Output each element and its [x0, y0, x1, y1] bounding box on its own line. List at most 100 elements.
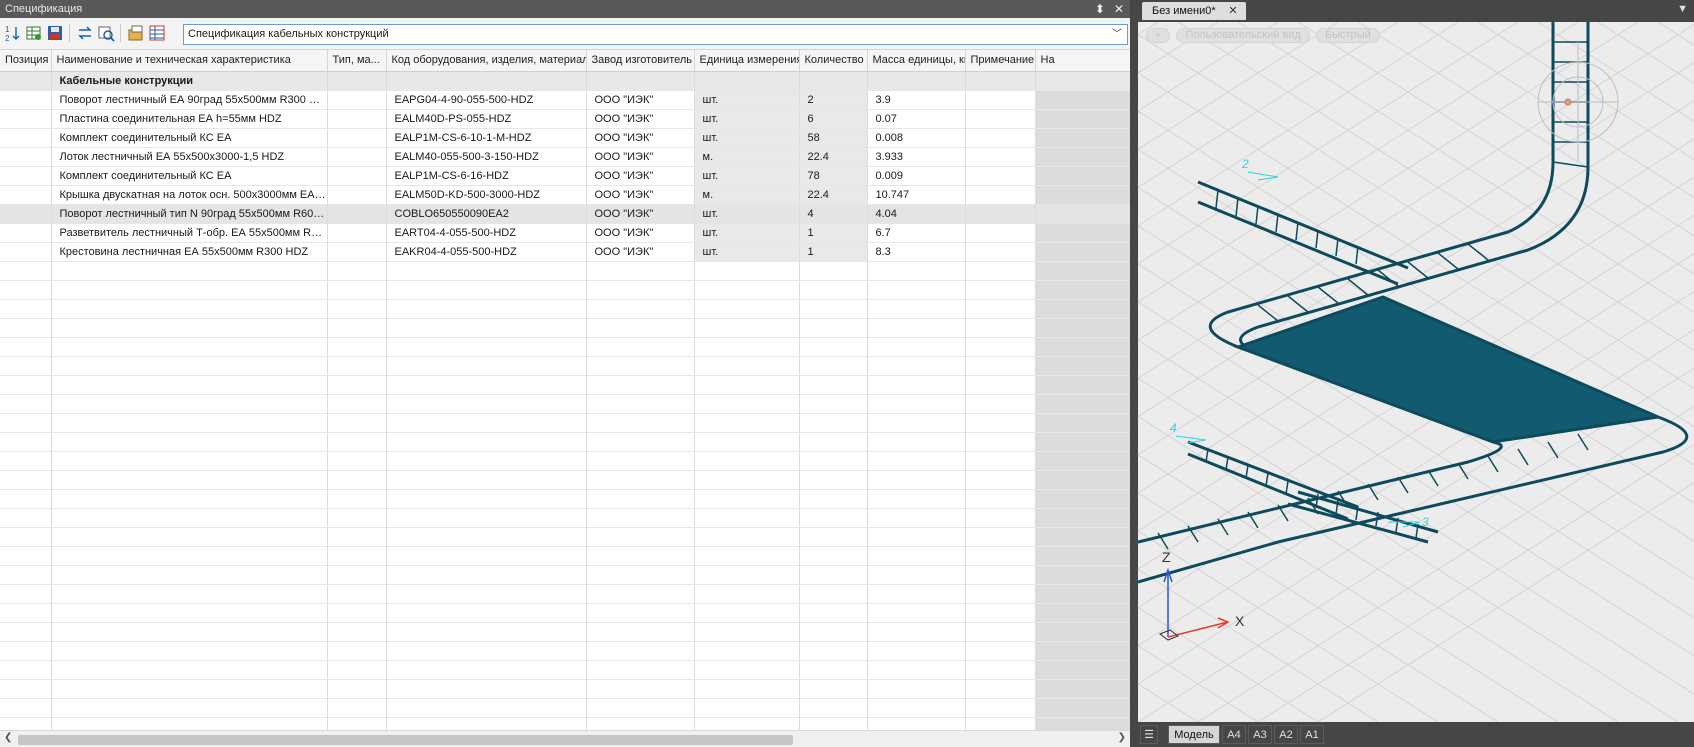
- cell-name[interactable]: Лоток лестничный ЕА 55х500х3000-1,5 HDZ: [51, 147, 328, 167]
- table-cell[interactable]: [1035, 223, 1130, 243]
- 3d-viewport[interactable]: 2 4 3 Z X + Пользовательский вид Быстрый: [1138, 22, 1694, 722]
- cell-unit[interactable]: шт.: [694, 204, 800, 224]
- cell-maker[interactable]: ООО "ИЭК": [586, 166, 695, 186]
- table-cell[interactable]: [965, 204, 1036, 224]
- table-cell[interactable]: [965, 147, 1036, 167]
- column-header[interactable]: Примечание: [965, 50, 1036, 72]
- table-cell[interactable]: [327, 204, 387, 224]
- column-header[interactable]: Количество: [799, 50, 868, 72]
- table-cell[interactable]: [1035, 185, 1130, 205]
- cell-unit[interactable]: шт.: [694, 109, 800, 129]
- cell-mass[interactable]: 0.07: [867, 109, 966, 129]
- cell-qty[interactable]: 6: [799, 109, 868, 129]
- cell-qty[interactable]: 2: [799, 90, 868, 110]
- cell-name[interactable]: Комплект соединительный КС ЕА: [51, 166, 328, 186]
- scroll-right-arrow-icon[interactable]: ❯: [1118, 732, 1126, 743]
- cell-unit[interactable]: шт.: [694, 128, 800, 148]
- sort-numbering-button[interactable]: 12: [3, 23, 23, 43]
- cell-mass[interactable]: 10.747: [867, 185, 966, 205]
- cell-qty[interactable]: 78: [799, 166, 868, 186]
- table-cell[interactable]: [1035, 128, 1130, 148]
- table-row[interactable]: Поворот лестничный ЕА 90град 55х500мм R3…: [0, 90, 1130, 110]
- view-mode-button[interactable]: Пользовательский вид: [1176, 28, 1310, 43]
- group-row[interactable]: Кабельные конструкции: [0, 71, 1130, 91]
- cell-unit[interactable]: м.: [694, 185, 800, 205]
- properties-button[interactable]: [126, 23, 146, 43]
- table-cell[interactable]: [327, 90, 387, 110]
- cell-qty[interactable]: 22.4: [799, 147, 868, 167]
- table-cell[interactable]: [1035, 90, 1130, 110]
- close-tab-icon[interactable]: ✕: [1228, 2, 1237, 20]
- cell-name[interactable]: Крестовина лестничная ЕА 55х500мм R300 H…: [51, 242, 328, 262]
- table-cell[interactable]: [0, 109, 52, 129]
- table-row[interactable]: Комплект соединительный КС ЕА EALP1M-CS-6…: [0, 166, 1130, 186]
- tab-model[interactable]: Модель: [1168, 725, 1220, 744]
- cell-name[interactable]: Поворот лестничный ЕА 90град 55х500мм R3…: [51, 90, 328, 110]
- table-cell[interactable]: [965, 223, 1036, 243]
- table-row[interactable]: Разветвитель лестничный Т-обр. ЕА 55х500…: [0, 223, 1130, 243]
- cell-maker[interactable]: ООО "ИЭК": [586, 204, 695, 224]
- tab-a1[interactable]: A1: [1300, 725, 1324, 744]
- table-cell[interactable]: [0, 166, 52, 186]
- cell-maker[interactable]: ООО "ИЭК": [586, 128, 695, 148]
- table-cell[interactable]: [327, 185, 387, 205]
- cell-code[interactable]: EAPG04-4-90-055-500-HDZ: [386, 90, 587, 110]
- column-header[interactable]: На: [1035, 50, 1130, 72]
- table-cell[interactable]: [327, 242, 387, 262]
- cell-qty[interactable]: 4: [799, 204, 868, 224]
- table-row[interactable]: Комплект соединительный КС ЕА EALP1M-CS-6…: [0, 128, 1130, 148]
- table-cell[interactable]: [1035, 109, 1130, 129]
- tab-a3[interactable]: A3: [1248, 725, 1272, 744]
- table-cell[interactable]: [327, 109, 387, 129]
- table-cell[interactable]: [965, 185, 1036, 205]
- render-mode-button[interactable]: Быстрый: [1315, 28, 1380, 43]
- cell-unit[interactable]: шт.: [694, 166, 800, 186]
- cell-qty[interactable]: 1: [799, 223, 868, 243]
- cell-mass[interactable]: 0.009: [867, 166, 966, 186]
- table-cell[interactable]: [0, 147, 52, 167]
- table-cell[interactable]: [0, 204, 52, 224]
- cell-maker[interactable]: ООО "ИЭК": [586, 185, 695, 205]
- table-cell[interactable]: [0, 128, 52, 148]
- cell-maker[interactable]: ООО "ИЭК": [586, 90, 695, 110]
- table-cell[interactable]: [1035, 147, 1130, 167]
- table-cell[interactable]: [965, 166, 1036, 186]
- viewport-menu-button[interactable]: +: [1146, 28, 1171, 43]
- table-cell[interactable]: [327, 223, 387, 243]
- viewport-canvas[interactable]: 2 4 3 Z X: [1138, 22, 1694, 722]
- cell-maker[interactable]: ООО "ИЭК": [586, 147, 695, 167]
- cell-mass[interactable]: 0.008: [867, 128, 966, 148]
- table-settings-button[interactable]: [147, 23, 167, 43]
- save-table-button[interactable]: [45, 23, 65, 43]
- cell-mass[interactable]: 3.9: [867, 90, 966, 110]
- table-cell[interactable]: [1035, 242, 1130, 262]
- column-header[interactable]: Тип, ма...: [327, 50, 387, 72]
- table-cell[interactable]: [965, 109, 1036, 129]
- swap-button[interactable]: [75, 23, 95, 43]
- column-header[interactable]: Позиция: [0, 50, 52, 72]
- table-cell[interactable]: [1035, 204, 1130, 224]
- table-row[interactable]: Пластина соединительная ЕА h=55мм HDZ EAL…: [0, 109, 1130, 129]
- cell-code[interactable]: EALM40D-PS-055-HDZ: [386, 109, 587, 129]
- cell-code[interactable]: EART04-4-055-500-HDZ: [386, 223, 587, 243]
- scrollbar-thumb[interactable]: [18, 735, 793, 745]
- cell-code[interactable]: EALM40-055-500-3-150-HDZ: [386, 147, 587, 167]
- cell-qty[interactable]: 22.4: [799, 185, 868, 205]
- cell-mass[interactable]: 8.3: [867, 242, 966, 262]
- column-header[interactable]: Масса единицы, кг: [867, 50, 966, 72]
- spec-type-select[interactable]: Спецификация кабельных конструкций ﹀: [183, 24, 1128, 45]
- cell-qty[interactable]: 58: [799, 128, 868, 148]
- cell-code[interactable]: EALP1M-CS-6-10-1-M-HDZ: [386, 128, 587, 148]
- table-cell[interactable]: [327, 166, 387, 186]
- cable-tray-model[interactable]: [1138, 22, 1689, 584]
- cell-maker[interactable]: ООО "ИЭК": [586, 109, 695, 129]
- cell-code[interactable]: COBLO650550090EA2: [386, 204, 587, 224]
- cell-name[interactable]: Крышка двускатная на лоток осн. 500х3000…: [51, 185, 328, 205]
- table-cell[interactable]: [0, 223, 52, 243]
- table-row[interactable]: Поворот лестничный тип N 90град 55х500мм…: [0, 204, 1130, 224]
- cell-code[interactable]: EAKR04-4-055-500-HDZ: [386, 242, 587, 262]
- horizontal-scrollbar[interactable]: ❮ ❯: [0, 730, 1130, 747]
- close-icon[interactable]: ✕: [1114, 0, 1124, 18]
- table-row[interactable]: Крестовина лестничная ЕА 55х500мм R300 H…: [0, 242, 1130, 262]
- table-cell[interactable]: [1035, 166, 1130, 186]
